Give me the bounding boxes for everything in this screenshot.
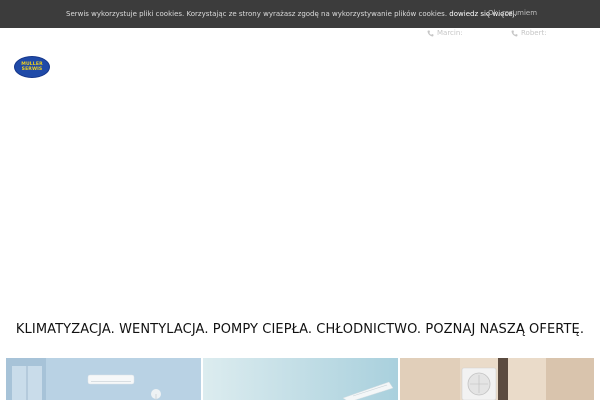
cookie-notice: Serwis wykorzystuje pliki cookies. Korzy… [66, 10, 517, 18]
wall-ac-illustration [203, 358, 398, 400]
contact-marcin[interactable]: Marcin: [427, 29, 463, 37]
heat-pump-photo[interactable] [400, 358, 594, 400]
room-ac-illustration [6, 358, 201, 400]
hero-tagline[interactable]: KLIMATYZACJA. WENTYLACJA. POMPY CIEPŁA. … [0, 322, 600, 337]
cookie-accept-button[interactable]: Ok, rozumiem [488, 9, 537, 17]
heat-pump-illustration [400, 358, 594, 400]
cookie-notice-text: Serwis wykorzystuje pliki cookies. Korzy… [66, 10, 448, 18]
cookie-consent-bar: Serwis wykorzystuje pliki cookies. Korzy… [0, 0, 600, 28]
phone-icon [427, 30, 434, 36]
contact-robert-label: Robert: [521, 29, 547, 37]
offer-gallery [6, 358, 594, 400]
contact-robert[interactable]: Robert: [511, 29, 547, 37]
wall-mounted-ac-photo[interactable] [203, 358, 398, 400]
contact-marcin-label: Marcin: [437, 29, 463, 37]
air-conditioner-room-photo[interactable] [6, 358, 201, 400]
logo-text-line2: SERWIS [21, 67, 43, 72]
phone-icon [511, 30, 518, 36]
muller-serwis-logo[interactable]: MULLER SERWIS [14, 56, 50, 78]
